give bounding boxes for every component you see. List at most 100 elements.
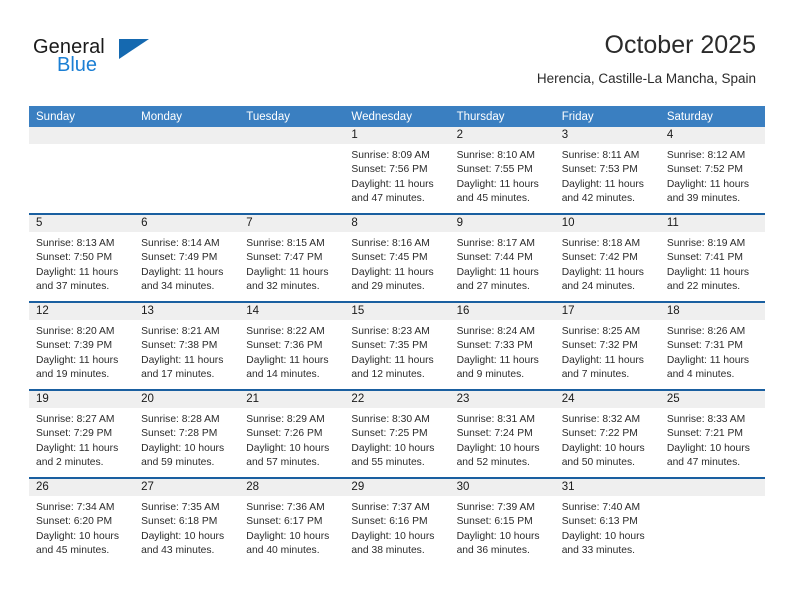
day-cell-inner: 22 Sunrise: 8:30 AM Sunset: 7:25 PM Dayligh…: [344, 391, 450, 477]
weekday-header-tuesday: Tuesday: [239, 106, 345, 127]
calendar-day-cell[interactable]: 31 Sunrise: 7:40 AM Sunset: 6:13 PM Dayligh…: [554, 477, 660, 565]
calendar-day-cell[interactable]: 25 Sunrise: 8:33 AM Sunset: 7:21 PM Dayligh…: [659, 389, 765, 478]
day-details: Sunrise: 8:26 AM Sunset: 7:31 PM Daylight:…: [660, 320, 765, 382]
day-number: 17: [554, 303, 660, 320]
daylight-text-line1: Daylight: 11 hours: [561, 354, 644, 366]
day-details: Sunrise: 8:20 AM Sunset: 7:39 PM Daylight:…: [29, 320, 134, 382]
daylight-text-line2: and 19 minutes.: [36, 368, 110, 380]
calendar-week-row: 5 Sunrise: 8:13 AM Sunset: 7:50 PM Daylight…: [29, 213, 765, 302]
daylight-text-line1: Daylight: 11 hours: [141, 266, 224, 278]
daylight-text-line2: and 47 minutes.: [351, 192, 425, 204]
sunset-text: Sunset: 6:20 PM: [36, 516, 113, 528]
day-cell-inner: 6 Sunrise: 8:14 AM Sunset: 7:49 PM Daylight…: [134, 215, 240, 301]
daylight-text-line1: Daylight: 11 hours: [456, 266, 539, 278]
sunset-text: Sunset: 6:18 PM: [141, 516, 218, 528]
calendar-day-cell[interactable]: 2 Sunrise: 8:10 AM Sunset: 7:55 PM Daylight…: [449, 127, 555, 214]
calendar-day-cell[interactable]: 7 Sunrise: 8:15 AM Sunset: 7:47 PM Daylight…: [239, 213, 345, 302]
sunset-text: Sunset: 7:44 PM: [456, 252, 533, 264]
day-number: [239, 127, 345, 144]
sunrise-text: Sunrise: 8:27 AM: [36, 414, 115, 425]
day-cell-inner: 17 Sunrise: 8:25 AM Sunset: 7:32 PM Dayligh…: [554, 303, 660, 389]
daylight-text-line1: Daylight: 11 hours: [666, 266, 750, 278]
sunrise-text: Sunrise: 8:24 AM: [456, 326, 535, 337]
calendar-day-cell[interactable]: 23 Sunrise: 8:31 AM Sunset: 7:24 PM Dayligh…: [449, 389, 555, 478]
calendar-day-cell[interactable]: 15 Sunrise: 8:23 AM Sunset: 7:35 PM Dayligh…: [344, 301, 450, 390]
calendar-day-cell[interactable]: 1 Sunrise: 8:09 AM Sunset: 7:56 PM Daylight…: [344, 127, 450, 214]
sunset-text: Sunset: 7:36 PM: [246, 340, 323, 352]
daylight-text-line1: Daylight: 10 hours: [246, 442, 330, 454]
day-number: 21: [239, 391, 345, 408]
calendar-day-cell[interactable]: 18 Sunrise: 8:26 AM Sunset: 7:31 PM Dayligh…: [659, 301, 765, 390]
day-details: Sunrise: 8:12 AM Sunset: 7:52 PM Daylight:…: [660, 144, 765, 206]
calendar-day-cell[interactable]: 11 Sunrise: 8:19 AM Sunset: 7:41 PM Dayligh…: [659, 213, 765, 302]
calendar-day-cell[interactable]: 24 Sunrise: 8:32 AM Sunset: 7:22 PM Dayligh…: [554, 389, 660, 478]
daylight-text-line1: Daylight: 10 hours: [246, 530, 330, 542]
day-number: 27: [134, 479, 240, 496]
daylight-text-line2: and 59 minutes.: [141, 456, 215, 468]
day-cell-inner: 30 Sunrise: 7:39 AM Sunset: 6:15 PM Dayligh…: [449, 479, 555, 565]
day-details: Sunrise: 8:21 AM Sunset: 7:38 PM Daylight:…: [134, 320, 239, 382]
calendar-day-cell[interactable]: 30 Sunrise: 7:39 AM Sunset: 6:15 PM Dayligh…: [449, 477, 555, 565]
calendar-day-cell[interactable]: 28 Sunrise: 7:36 AM Sunset: 6:17 PM Dayligh…: [239, 477, 345, 565]
calendar-day-cell[interactable]: 21 Sunrise: 8:29 AM Sunset: 7:26 PM Dayligh…: [239, 389, 345, 478]
day-cell-inner: 28 Sunrise: 7:36 AM Sunset: 6:17 PM Dayligh…: [239, 479, 345, 565]
sunrise-text: Sunrise: 8:15 AM: [246, 238, 325, 249]
calendar-day-cell[interactable]: 26 Sunrise: 7:34 AM Sunset: 6:20 PM Dayligh…: [29, 477, 135, 565]
sunrise-text: Sunrise: 8:16 AM: [351, 238, 430, 249]
day-details: Sunrise: 7:39 AM Sunset: 6:15 PM Daylight:…: [450, 496, 555, 558]
calendar-day-cell[interactable]: 29 Sunrise: 7:37 AM Sunset: 6:16 PM Dayligh…: [344, 477, 450, 565]
calendar-grid: Sunday Monday Tuesday Wednesday Thursday…: [29, 106, 765, 565]
sunrise-text: Sunrise: 8:31 AM: [456, 414, 535, 425]
calendar-day-cell[interactable]: 13 Sunrise: 8:21 AM Sunset: 7:38 PM Dayligh…: [134, 301, 240, 390]
calendar-day-cell[interactable]: 12 Sunrise: 8:20 AM Sunset: 7:39 PM Dayligh…: [29, 301, 135, 390]
calendar-day-cell[interactable]: 10 Sunrise: 8:18 AM Sunset: 7:42 PM Dayligh…: [554, 213, 660, 302]
day-details: Sunrise: 8:23 AM Sunset: 7:35 PM Daylight:…: [344, 320, 449, 382]
sunset-text: Sunset: 7:49 PM: [141, 252, 218, 264]
daylight-text-line1: Daylight: 11 hours: [561, 266, 644, 278]
calendar-day-cell[interactable]: 22 Sunrise: 8:30 AM Sunset: 7:25 PM Dayligh…: [344, 389, 450, 478]
day-details: Sunrise: 8:17 AM Sunset: 7:44 PM Daylight:…: [450, 232, 555, 294]
daylight-text-line2: and 4 minutes.: [666, 368, 735, 380]
day-number: 22: [344, 391, 450, 408]
daylight-text-line2: and 9 minutes.: [456, 368, 525, 380]
daylight-text-line2: and 32 minutes.: [246, 280, 320, 292]
sunset-text: Sunset: 7:25 PM: [351, 428, 428, 440]
calendar-day-cell[interactable]: 5 Sunrise: 8:13 AM Sunset: 7:50 PM Daylight…: [29, 213, 135, 302]
sunset-text: Sunset: 7:21 PM: [666, 428, 743, 440]
sunrise-text: Sunrise: 8:25 AM: [561, 326, 641, 337]
daylight-text-line2: and 22 minutes.: [666, 280, 741, 292]
day-number: 9: [449, 215, 555, 232]
calendar-day-cell[interactable]: 16 Sunrise: 8:24 AM Sunset: 7:33 PM Dayligh…: [449, 301, 555, 390]
calendar-day-cell[interactable]: 6 Sunrise: 8:14 AM Sunset: 7:49 PM Daylight…: [134, 213, 240, 302]
sunrise-text: Sunrise: 8:33 AM: [666, 414, 746, 425]
page-title: October 2025: [604, 31, 757, 59]
calendar-day-cell[interactable]: 14 Sunrise: 8:22 AM Sunset: 7:36 PM Dayligh…: [239, 301, 345, 390]
day-number: [134, 127, 240, 144]
day-details: Sunrise: 8:22 AM Sunset: 7:36 PM Daylight:…: [239, 320, 344, 382]
calendar-day-cell[interactable]: 20 Sunrise: 8:28 AM Sunset: 7:28 PM Dayligh…: [134, 389, 240, 478]
calendar-day-cell[interactable]: 4 Sunrise: 8:12 AM Sunset: 7:52 PM Daylight…: [659, 127, 765, 214]
calendar-day-cell[interactable]: 27 Sunrise: 7:35 AM Sunset: 6:18 PM Dayligh…: [134, 477, 240, 565]
calendar-day-cell[interactable]: 3 Sunrise: 8:11 AM Sunset: 7:53 PM Daylight…: [554, 127, 660, 214]
sunrise-text: Sunrise: 8:17 AM: [456, 238, 535, 249]
sunrise-text: Sunrise: 7:34 AM: [36, 502, 115, 513]
day-number: [659, 479, 765, 496]
calendar-day-cell[interactable]: 17 Sunrise: 8:25 AM Sunset: 7:32 PM Dayligh…: [554, 301, 660, 390]
day-number: 11: [659, 215, 765, 232]
day-cell-inner: 31 Sunrise: 7:40 AM Sunset: 6:13 PM Dayligh…: [554, 479, 660, 565]
sunrise-text: Sunrise: 8:18 AM: [561, 238, 641, 249]
calendar-body: 1 Sunrise: 8:09 AM Sunset: 7:56 PM Daylight…: [29, 127, 765, 565]
calendar-day-cell[interactable]: 19 Sunrise: 8:27 AM Sunset: 7:29 PM Dayligh…: [29, 389, 135, 478]
calendar-day-cell[interactable]: 9 Sunrise: 8:17 AM Sunset: 7:44 PM Daylight…: [449, 213, 555, 302]
calendar-day-cell[interactable]: 8 Sunrise: 8:16 AM Sunset: 7:45 PM Daylight…: [344, 213, 450, 302]
day-number: 15: [344, 303, 450, 320]
sunset-text: Sunset: 7:26 PM: [246, 428, 323, 440]
sunset-text: Sunset: 6:17 PM: [246, 516, 323, 528]
daylight-text-line1: Daylight: 11 hours: [666, 178, 750, 190]
day-cell-inner: 5 Sunrise: 8:13 AM Sunset: 7:50 PM Daylight…: [29, 215, 135, 301]
daylight-text-line2: and 36 minutes.: [456, 544, 530, 556]
sunset-text: Sunset: 7:29 PM: [36, 428, 113, 440]
brand-logo[interactable]: General Blue: [33, 36, 153, 82]
day-details: Sunrise: 8:10 AM Sunset: 7:55 PM Daylight:…: [450, 144, 555, 206]
daylight-text-line2: and 34 minutes.: [141, 280, 215, 292]
